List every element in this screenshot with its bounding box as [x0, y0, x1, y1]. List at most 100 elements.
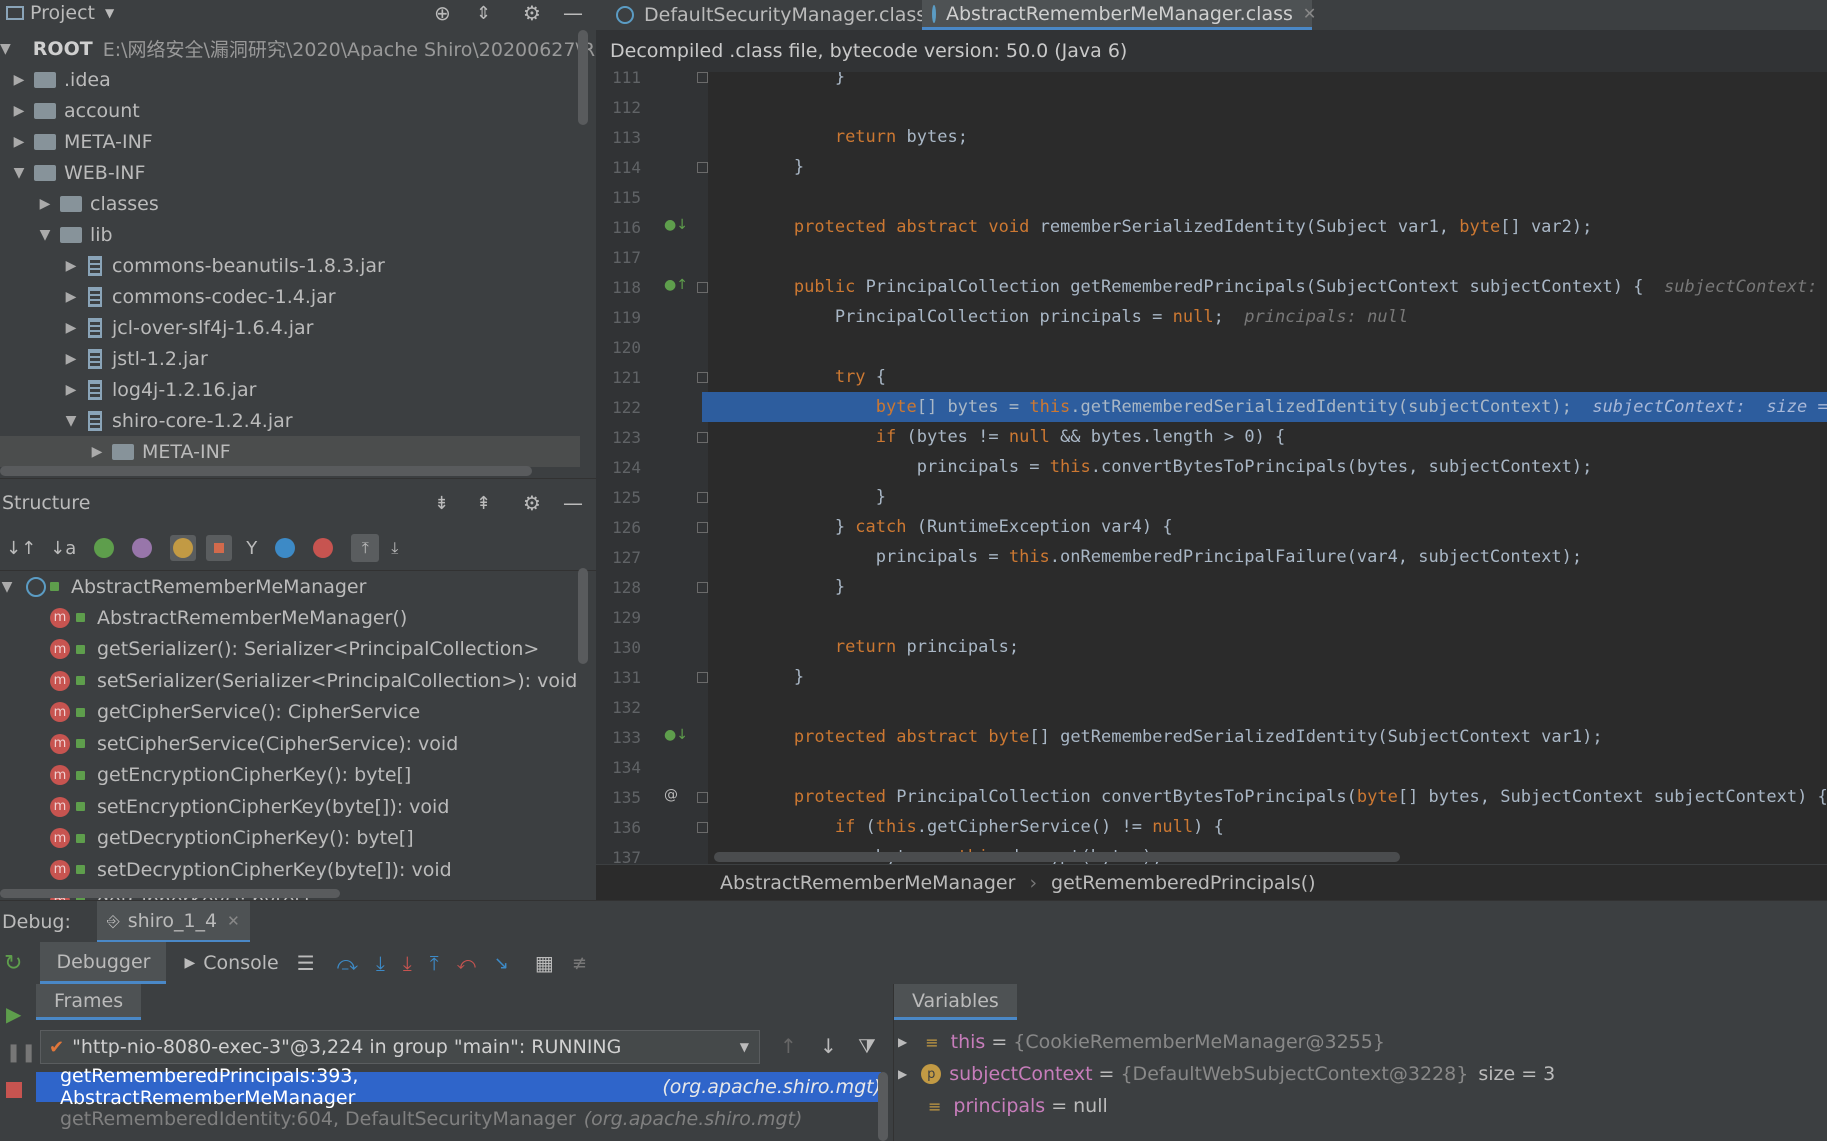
step-out-icon[interactable]: ⤒ [430, 951, 439, 975]
code-line[interactable]: } [708, 72, 1827, 92]
chevron-down-icon[interactable]: ▼ [64, 413, 78, 429]
tree-item[interactable]: ▶ .idea [0, 64, 580, 95]
autoscroll-to-source-icon[interactable]: ⤒ [351, 534, 380, 562]
fold-icon[interactable] [697, 432, 708, 443]
step-into-icon[interactable]: ⤓ [376, 951, 385, 975]
chevron-down-icon[interactable]: ▼ [0, 579, 14, 595]
chevron-down-icon[interactable]: ▼ [12, 165, 26, 181]
tree-vertical-scrollbar[interactable] [578, 30, 588, 125]
tree-item[interactable]: ▶ META-INF [0, 436, 580, 467]
code-line[interactable]: try { [708, 362, 1827, 392]
variables-tab[interactable]: Variables [894, 984, 1017, 1020]
structure-member[interactable]: m getSerializer(): Serializer<PrincipalCo… [0, 634, 580, 665]
frame-row[interactable]: getRememberedPrincipals:393, AbstractRem… [36, 1065, 881, 1109]
tree-item[interactable]: ▶ META-INF [0, 126, 580, 157]
code-line[interactable]: } [708, 572, 1827, 602]
line-number[interactable]: 116 [596, 212, 641, 242]
code-line[interactable]: if (bytes != null && bytes.length > 0) { [708, 422, 1827, 452]
structure-class-row[interactable]: ▼ AbstractRememberMeManager [0, 571, 580, 602]
code-line[interactable] [708, 242, 1827, 272]
code-line[interactable]: protected abstract byte[] getRememberedS… [708, 722, 1827, 752]
close-icon[interactable]: ✕ [1303, 4, 1316, 23]
code-line[interactable] [708, 92, 1827, 122]
code-line[interactable] [708, 332, 1827, 362]
structure-scrollbar[interactable] [578, 568, 588, 664]
filter-icon[interactable]: ⧩ [858, 1034, 876, 1058]
stop-icon[interactable] [6, 1082, 22, 1098]
chevron-right-icon[interactable]: ▶ [64, 258, 78, 274]
tree-item[interactable]: ▼ WEB-INF [0, 157, 580, 188]
code-line[interactable]: principals = this.onRememberedPrincipalF… [708, 542, 1827, 572]
collapse-all-icon[interactable]: ⇞ [476, 493, 491, 514]
code-line[interactable]: return principals; [708, 632, 1827, 662]
code-line[interactable]: principals = this.convertBytesToPrincipa… [708, 452, 1827, 482]
force-step-into-icon[interactable]: ⤓ [403, 951, 412, 975]
minimize-icon[interactable]: — [563, 491, 583, 515]
line-number[interactable]: 122 [596, 392, 641, 422]
tree-item[interactable]: ▶ commons-codec-1.4.jar [0, 281, 580, 312]
tree-item[interactable]: ▶ account [0, 95, 580, 126]
line-number[interactable]: 125 [596, 482, 641, 512]
thread-selector[interactable]: ✔ "http-nio-8080-exec-3"@3,224 in group … [40, 1030, 760, 1064]
chevron-right-icon[interactable]: ▶ [90, 444, 104, 460]
line-number[interactable]: 131 [596, 662, 641, 692]
show-non-public-icon[interactable] [206, 535, 233, 561]
annotation-icon[interactable]: @ [664, 787, 678, 803]
chevron-right-icon[interactable]: ▶ [64, 320, 78, 336]
arrow-up-icon[interactable]: ↑ [780, 1034, 797, 1058]
tree-root[interactable]: ▼ ROOT E:\网络安全\漏洞研究\2020\Apache Shiro\20… [0, 33, 637, 64]
breadcrumb-class[interactable]: AbstractRememberMeManager [720, 872, 1015, 894]
structure-member[interactable]: m getEncryptionCipherKey(): byte[] [0, 760, 580, 791]
line-number[interactable]: 126 [596, 512, 641, 542]
code-editor[interactable]: } return bytes; } protected abstract voi… [708, 72, 1827, 864]
minimize-icon[interactable]: — [563, 1, 583, 25]
fold-icon[interactable] [697, 792, 708, 803]
structure-member[interactable]: m getCipherService(): CipherService [0, 697, 580, 728]
arrow-down-icon[interactable]: ↓ [820, 1034, 837, 1058]
line-number[interactable]: 128 [596, 572, 641, 602]
tree-item[interactable]: ▼ lib [0, 219, 580, 250]
line-number[interactable]: 123 [596, 422, 641, 452]
tab-console[interactable]: ▶ Console [184, 944, 278, 983]
tree-horizontal-scrollbar[interactable] [0, 466, 532, 476]
evaluate-expression-icon[interactable]: ▦ [535, 951, 554, 975]
resume-icon[interactable]: ▶ [6, 1002, 21, 1026]
line-number[interactable]: 132 [596, 692, 641, 722]
chevron-right-icon[interactable]: ▶ [898, 1067, 907, 1081]
close-icon[interactable]: ✕ [227, 912, 240, 930]
tree-item[interactable]: ▶ commons-beanutils-1.8.3.jar [0, 250, 580, 281]
line-number[interactable]: 114 [596, 152, 641, 182]
code-line[interactable]: return bytes; [708, 122, 1827, 152]
line-number[interactable]: 120 [596, 332, 641, 362]
fold-icon[interactable] [697, 72, 708, 83]
tab-abstract-remember-me-manager[interactable]: AbstractRememberMeManager.class ✕ [922, 0, 1316, 30]
line-number[interactable]: 133 [596, 722, 641, 752]
code-line[interactable]: } [708, 152, 1827, 182]
fold-icon[interactable] [697, 582, 708, 593]
rerun-icon[interactable]: ↻ [4, 951, 22, 976]
sort-by-visibility-icon[interactable]: ↓↑ [6, 538, 36, 559]
chevron-right-icon[interactable]: ▶ [12, 134, 26, 150]
code-line[interactable] [708, 692, 1827, 722]
step-over-icon[interactable]: ⤼ [337, 951, 358, 975]
expand-all-icon[interactable]: ⇟ [434, 493, 449, 514]
variable-row-principals[interactable]: ≡ principals = null [894, 1090, 1794, 1122]
implementation-marker-icon[interactable]: ●↓ [664, 727, 688, 743]
line-number[interactable]: 117 [596, 242, 641, 272]
fold-icon[interactable] [697, 162, 708, 173]
debug-session-tab[interactable]: ⎆ shiro_1_4 ✕ [96, 901, 250, 943]
project-title[interactable]: Project [30, 2, 95, 24]
chevron-right-icon[interactable]: ▶ [12, 103, 26, 119]
fold-icon[interactable] [697, 492, 708, 503]
show-anonymous-icon[interactable] [275, 538, 296, 558]
code-line[interactable]: if (this.getCipherService() != null) { [708, 812, 1827, 842]
tree-item[interactable]: ▶ jstl-1.2.jar [0, 343, 580, 374]
gear-icon[interactable]: ⚙ [523, 1, 541, 25]
tree-item[interactable]: ▼ shiro-core-1.2.4.jar [0, 405, 580, 436]
structure-member[interactable]: m getDecryptionCipherKey(): byte[] [0, 823, 580, 854]
drop-frame-icon[interactable]: ⤺ [457, 953, 476, 974]
implementation-marker-icon[interactable]: ●↑ [664, 277, 688, 293]
gear-icon[interactable]: ⚙ [523, 491, 541, 515]
fold-icon[interactable] [697, 522, 708, 533]
chevron-down-icon[interactable]: ▼ [105, 6, 114, 20]
